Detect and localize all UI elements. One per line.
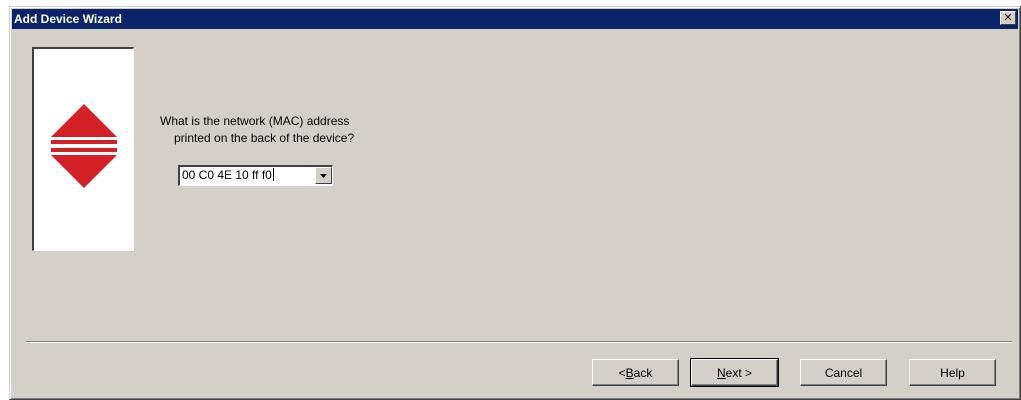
back-button-prefix: < xyxy=(618,365,626,380)
cancel-button-label: Cancel xyxy=(824,365,863,380)
red-diamond-logo-icon xyxy=(51,104,117,188)
wizard-logo-panel xyxy=(32,47,134,251)
next-button-accel: N xyxy=(716,365,726,380)
chevron-down-icon xyxy=(320,173,327,178)
close-button[interactable]: ✕ xyxy=(1000,11,1016,25)
next-button-rest: ext > xyxy=(725,365,753,380)
back-button-rest: ack xyxy=(633,365,653,380)
question-line-1: What is the network (MAC) address xyxy=(160,114,350,128)
help-button[interactable]: Help xyxy=(909,359,996,386)
mac-address-question: What is the network (MAC) address printe… xyxy=(160,113,460,147)
back-button-accel: B xyxy=(625,365,634,380)
button-separator xyxy=(26,341,1012,343)
mac-address-input[interactable]: 00 C0 4E 10 ff f0 xyxy=(182,168,274,183)
back-button[interactable]: < Back xyxy=(592,359,679,386)
question-line-2: printed on the back of the device? xyxy=(174,131,355,145)
mac-dropdown-button[interactable] xyxy=(315,167,332,184)
mac-address-combobox[interactable]: 00 C0 4E 10 ff f0 xyxy=(178,165,333,186)
close-icon: ✕ xyxy=(1003,11,1013,24)
help-button-label: Help xyxy=(940,365,965,380)
window-title: Add Device Wizard xyxy=(14,12,122,26)
title-bar[interactable]: Add Device Wizard ✕ xyxy=(12,9,1018,29)
add-device-wizard-window: Add Device Wizard ✕ What is the network … xyxy=(9,6,1021,400)
cancel-button[interactable]: Cancel xyxy=(800,359,887,386)
next-button[interactable]: Next > xyxy=(690,358,779,387)
